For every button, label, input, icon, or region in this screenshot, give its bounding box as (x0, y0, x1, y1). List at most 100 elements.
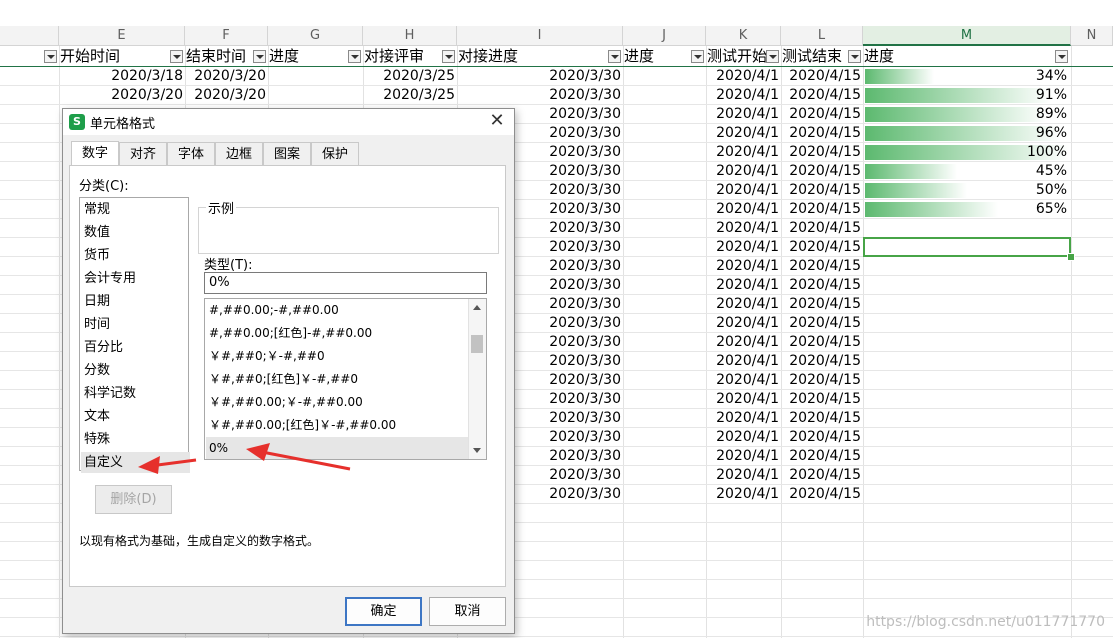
cell-k23[interactable]: 2020/4/1 (706, 485, 779, 504)
category-item-number[interactable]: 数值 (84, 222, 184, 243)
cell-l22[interactable]: 2020/4/15 (781, 466, 861, 485)
delete-button[interactable]: 删除(D) (95, 485, 172, 514)
category-item-date[interactable]: 日期 (84, 291, 184, 312)
cell-l23[interactable]: 2020/4/15 (781, 485, 861, 504)
row-number-corner[interactable] (0, 26, 59, 46)
cell-k5[interactable]: 2020/4/1 (706, 143, 779, 162)
category-item-percentage[interactable]: 百分比 (84, 337, 184, 358)
cell-i2[interactable]: 2020/3/30 (457, 86, 621, 105)
category-item-special[interactable]: 特殊 (84, 429, 184, 450)
column-header-h[interactable]: H (363, 26, 457, 46)
header-cell-test-end[interactable]: 测试结束 (781, 47, 848, 66)
cell-k17[interactable]: 2020/4/1 (706, 371, 779, 390)
cell-l13[interactable]: 2020/4/15 (781, 295, 861, 314)
filter-dropdown-h[interactable] (442, 50, 455, 63)
format-item[interactable]: ￥#,##0;[红色]￥-#,##0 (209, 368, 467, 391)
cell-l7[interactable]: 2020/4/15 (781, 181, 861, 200)
header-cell-integration-progress[interactable]: 对接进度 (457, 47, 607, 66)
format-list-scrollbar[interactable] (468, 299, 486, 459)
cell-l6[interactable]: 2020/4/15 (781, 162, 861, 181)
format-item-selected[interactable]: 0% (206, 437, 470, 459)
cell-l16[interactable]: 2020/4/15 (781, 352, 861, 371)
format-item[interactable]: ￥#,##0.00;￥-#,##0.00 (209, 391, 467, 414)
category-item-custom[interactable]: 自定义 (81, 452, 190, 473)
cell-k20[interactable]: 2020/4/1 (706, 428, 779, 447)
cell-l2[interactable]: 2020/4/15 (781, 86, 861, 105)
progress-value[interactable]: 96% (867, 124, 1067, 143)
cell-l10[interactable]: 2020/4/15 (781, 238, 861, 257)
filter-active-icon[interactable] (44, 50, 57, 63)
cell-l19[interactable]: 2020/4/15 (781, 409, 861, 428)
cell-l17[interactable]: 2020/4/15 (781, 371, 861, 390)
column-header-m[interactable]: M (863, 26, 1071, 46)
cell-h1[interactable]: 2020/3/25 (363, 67, 455, 86)
progress-value[interactable]: 50% (867, 181, 1067, 200)
close-icon[interactable]: ✕ (486, 110, 508, 132)
cell-k8[interactable]: 2020/4/1 (706, 200, 779, 219)
cell-k14[interactable]: 2020/4/1 (706, 314, 779, 333)
cell-l21[interactable]: 2020/4/15 (781, 447, 861, 466)
progress-value[interactable]: 45% (867, 162, 1067, 181)
category-item-general[interactable]: 常规 (84, 199, 184, 220)
dialog-titlebar[interactable]: S 单元格格式 ✕ (63, 109, 514, 135)
category-list[interactable]: 常规 数值 货币 会计专用 日期 时间 百分比 分数 科学记数 文本 特殊 自定… (79, 197, 190, 473)
progress-value[interactable]: 89% (867, 105, 1067, 124)
cell-i1[interactable]: 2020/3/30 (457, 67, 621, 86)
format-list[interactable]: #,##0.00;-#,##0.00 #,##0.00;[红色]-#,##0.0… (204, 298, 487, 460)
cell-k16[interactable]: 2020/4/1 (706, 352, 779, 371)
column-header-e[interactable]: E (59, 26, 185, 46)
tab-alignment[interactable]: 对齐 (119, 142, 167, 165)
cell-l20[interactable]: 2020/4/15 (781, 428, 861, 447)
category-item-text[interactable]: 文本 (84, 406, 184, 427)
category-item-fraction[interactable]: 分数 (84, 360, 184, 381)
cell-l18[interactable]: 2020/4/15 (781, 390, 861, 409)
tab-border[interactable]: 边框 (215, 142, 263, 165)
cell-k1[interactable]: 2020/4/1 (706, 67, 779, 86)
cell-k4[interactable]: 2020/4/1 (706, 124, 779, 143)
category-item-scientific[interactable]: 科学记数 (84, 383, 184, 404)
scroll-thumb[interactable] (471, 335, 483, 353)
column-header-n[interactable]: N (1071, 26, 1113, 46)
cell-l3[interactable]: 2020/4/15 (781, 105, 861, 124)
column-header-f[interactable]: F (185, 26, 268, 46)
filter-dropdown-f[interactable] (253, 50, 266, 63)
header-cell-end-time[interactable]: 结束时间 (185, 47, 253, 66)
cell-k2[interactable]: 2020/4/1 (706, 86, 779, 105)
filter-dropdown-m[interactable] (1055, 50, 1068, 63)
cell-k13[interactable]: 2020/4/1 (706, 295, 779, 314)
progress-value[interactable]: 65% (867, 200, 1067, 219)
progress-value[interactable]: 34% (867, 67, 1067, 86)
cell-l12[interactable]: 2020/4/15 (781, 276, 861, 295)
cell-k3[interactable]: 2020/4/1 (706, 105, 779, 124)
tab-font[interactable]: 字体 (167, 142, 215, 165)
cell-k12[interactable]: 2020/4/1 (706, 276, 779, 295)
tab-pattern[interactable]: 图案 (263, 142, 311, 165)
header-cell-progress-j[interactable]: 进度 (623, 47, 691, 66)
scroll-down-icon[interactable] (473, 448, 481, 453)
tab-number[interactable]: 数字 (71, 141, 119, 166)
filter-dropdown-k[interactable] (766, 50, 779, 63)
scroll-up-icon[interactable] (473, 305, 481, 310)
cell-k18[interactable]: 2020/4/1 (706, 390, 779, 409)
progress-value[interactable]: 91% (867, 86, 1067, 105)
column-header-i[interactable]: I (457, 26, 623, 46)
cell-e1[interactable]: 2020/3/18 (59, 67, 183, 86)
cell-k22[interactable]: 2020/4/1 (706, 466, 779, 485)
ok-button[interactable]: 确定 (345, 597, 422, 626)
cell-l1[interactable]: 2020/4/15 (781, 67, 861, 86)
progress-value[interactable]: 100% (867, 143, 1067, 162)
column-header-k[interactable]: K (706, 26, 781, 46)
cell-f1[interactable]: 2020/3/20 (185, 67, 266, 86)
filter-dropdown-e[interactable] (170, 50, 183, 63)
category-item-currency[interactable]: 货币 (84, 245, 184, 266)
column-header-l[interactable]: L (781, 26, 863, 46)
format-item[interactable]: #,##0.00;-#,##0.00 (209, 299, 467, 322)
format-item[interactable]: ￥#,##0;￥-#,##0 (209, 345, 467, 368)
tab-protection[interactable]: 保护 (311, 142, 359, 165)
cell-e2[interactable]: 2020/3/20 (59, 86, 183, 105)
column-header-g[interactable]: G (268, 26, 363, 46)
filter-dropdown-i[interactable] (608, 50, 621, 63)
cell-f2[interactable]: 2020/3/20 (185, 86, 266, 105)
cell-k11[interactable]: 2020/4/1 (706, 257, 779, 276)
category-item-accounting[interactable]: 会计专用 (84, 268, 184, 289)
